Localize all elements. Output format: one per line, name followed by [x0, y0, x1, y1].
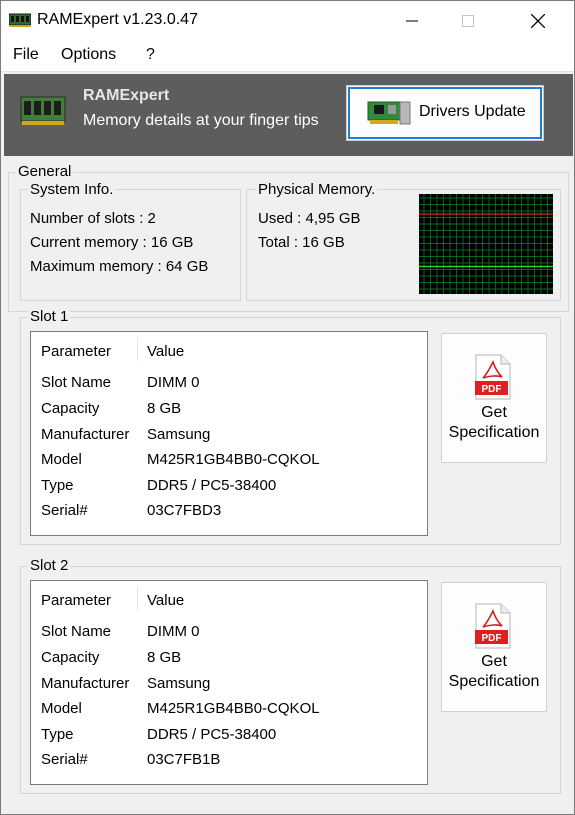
specification-label: Specification — [448, 673, 540, 690]
row-value: Samsung — [147, 426, 211, 443]
row-param: Model — [41, 700, 82, 717]
drivers-update-button[interactable]: Drivers Update — [346, 85, 544, 141]
column-header-parameter[interactable]: Parameter — [41, 343, 111, 360]
maximum-memory: Maximum memory : 64 GB — [30, 258, 209, 275]
row-param: Serial# — [41, 502, 88, 519]
row-value: DIMM 0 — [147, 623, 200, 640]
row-param: Capacity — [41, 400, 100, 417]
svg-text:PDF: PDF — [482, 633, 502, 644]
row-value: Samsung — [147, 675, 211, 692]
slot-2-get-specification-button[interactable]: PDF Get Specification — [441, 582, 547, 712]
current-memory: Current memory : 16 GB — [30, 234, 194, 251]
slot-1-label: Slot 1 — [28, 308, 71, 325]
row-param: Manufacturer — [41, 426, 130, 443]
svg-text:PDF: PDF — [482, 384, 502, 395]
menu-options[interactable]: Options — [61, 46, 116, 64]
row-param: Capacity — [41, 649, 100, 666]
close-button[interactable] — [515, 1, 561, 41]
memory-usage-graph — [419, 194, 553, 294]
column-header-value[interactable]: Value — [147, 343, 184, 360]
row-param: Slot Name — [41, 623, 112, 640]
row-value: 03C7FBD3 — [147, 502, 222, 519]
row-param: Serial# — [41, 751, 88, 768]
ram-module-icon — [9, 13, 31, 27]
number-of-slots: Number of slots : 2 — [30, 210, 156, 227]
slot-1-listview[interactable]: Parameter Value Slot Name DIMM 0 Capacit… — [30, 331, 428, 536]
row-value: M425R1GB4BB0-CQKOL — [147, 700, 320, 717]
total-memory: Total : 16 GB — [258, 234, 345, 251]
column-divider[interactable] — [137, 337, 138, 361]
app-window: RAMExpert v1.23.0.47 File Options ? RAME… — [0, 0, 575, 815]
column-header-parameter[interactable]: Parameter — [41, 592, 111, 609]
used-memory: Used : 4,95 GB — [258, 210, 361, 227]
close-icon — [531, 14, 545, 28]
row-param: Slot Name — [41, 374, 112, 391]
row-param: Manufacturer — [41, 675, 130, 692]
column-header-value[interactable]: Value — [147, 592, 184, 609]
menu-bar: File Options ? — [1, 41, 574, 72]
row-value: 8 GB — [147, 400, 182, 417]
minimize-icon — [406, 20, 418, 22]
pdf-icon: PDF — [475, 354, 511, 400]
graph-grid — [419, 194, 553, 294]
menu-help[interactable]: ? — [146, 46, 155, 64]
row-value: 03C7FB1B — [147, 751, 221, 768]
banner-subtitle: Memory details at your finger tips — [83, 112, 319, 129]
system-info-label: System Info. — [28, 181, 116, 198]
network-card-icon — [367, 101, 411, 125]
maximize-icon — [462, 15, 474, 27]
minimize-button[interactable] — [389, 1, 435, 41]
general-label: General — [16, 163, 74, 180]
row-value: 8 GB — [147, 649, 182, 666]
pdf-icon: PDF — [475, 603, 511, 649]
title-bar[interactable]: RAMExpert v1.23.0.47 — [1, 1, 574, 41]
row-param: Type — [41, 726, 74, 743]
menu-file[interactable]: File — [13, 46, 39, 64]
row-value: DDR5 / PC5-38400 — [147, 477, 277, 494]
get-label: Get — [481, 404, 507, 421]
row-value: DIMM 0 — [147, 374, 200, 391]
slot-1-get-specification-button[interactable]: PDF Get Specification — [441, 333, 547, 463]
column-divider[interactable] — [137, 586, 138, 610]
row-value: M425R1GB4BB0-CQKOL — [147, 451, 320, 468]
physical-memory-label: Physical Memory. — [256, 181, 378, 198]
row-param: Type — [41, 477, 74, 494]
get-label: Get — [481, 653, 507, 670]
row-param: Model — [41, 451, 82, 468]
banner-title: RAMExpert — [83, 87, 170, 104]
maximize-button[interactable] — [445, 1, 491, 41]
slot-2-listview[interactable]: Parameter Value Slot Name DIMM 0 Capacit… — [30, 580, 428, 785]
ram-module-icon — [20, 96, 66, 125]
drivers-update-label: Drivers Update — [419, 103, 526, 120]
header-banner: RAMExpert Memory details at your finger … — [4, 74, 573, 156]
slot-2-label: Slot 2 — [28, 557, 71, 574]
row-value: DDR5 / PC5-38400 — [147, 726, 277, 743]
window-title: RAMExpert v1.23.0.47 — [37, 11, 198, 28]
specification-label: Specification — [448, 424, 540, 441]
